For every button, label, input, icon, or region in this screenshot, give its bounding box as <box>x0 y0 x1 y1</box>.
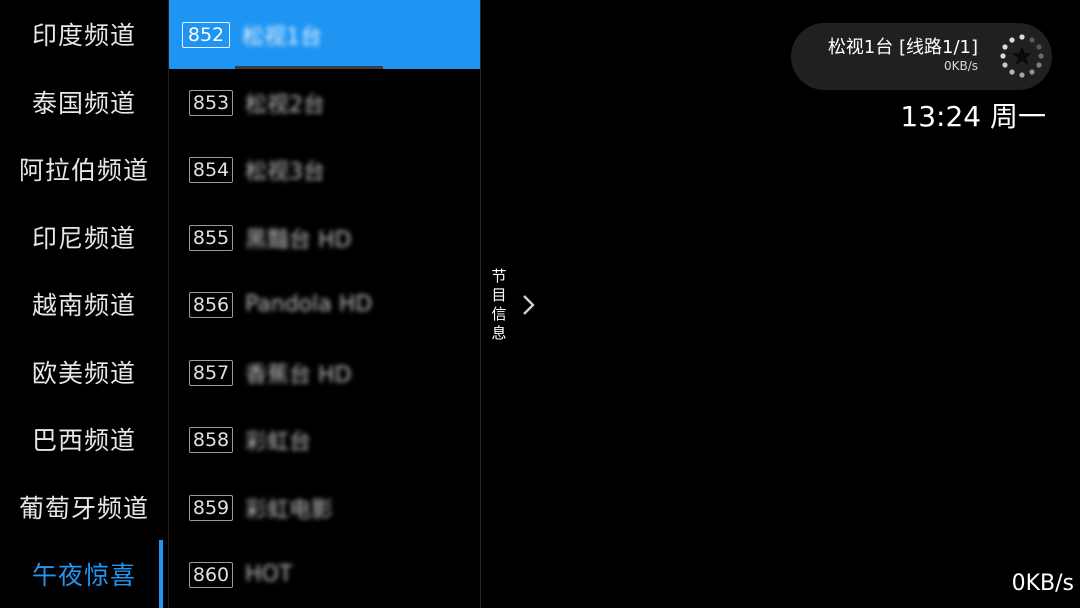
channel-item[interactable]: 859 彩虹电影 <box>169 474 480 541</box>
now-playing-title: 松视1台 [线路1/1] <box>827 37 978 58</box>
channel-name: HOT <box>245 562 293 587</box>
channel-number: 853 <box>189 89 233 116</box>
channel-number: 855 <box>189 224 233 251</box>
channel-name: 松视2台 <box>245 92 325 118</box>
channel-item-selected[interactable]: 852 松视1台 <box>169 0 480 69</box>
channel-name: 松视1台 <box>242 24 322 50</box>
channel-number: 856 <box>189 291 233 318</box>
category-item[interactable]: 越南频道 <box>0 284 168 324</box>
channel-name: 香蕉台 HD <box>245 362 352 388</box>
channel-item[interactable]: 853 松视2台 <box>169 69 480 136</box>
category-item[interactable]: 印尼频道 <box>0 217 168 257</box>
now-playing-panel: 松视1台 [线路1/1] 0KB/s <box>791 23 1052 90</box>
channel-number: 854 <box>189 156 233 183</box>
channel-item[interactable]: 855 黑豔台 HD <box>169 204 480 271</box>
channel-item[interactable]: 854 松视3台 <box>169 136 480 203</box>
channel-number: 859 <box>189 494 233 521</box>
channel-item[interactable]: 860 HOT <box>169 541 480 608</box>
chevron-right-icon <box>523 295 535 315</box>
category-item[interactable]: 巴西频道 <box>0 419 168 459</box>
category-item[interactable]: 阿拉伯频道 <box>0 149 168 189</box>
network-speed: 0KB/s <box>1011 571 1074 596</box>
channel-item[interactable]: 856 Pandola HD <box>169 271 480 338</box>
channel-number: 858 <box>189 426 233 453</box>
channel-name: 彩虹台 <box>245 429 312 455</box>
category-item[interactable]: 印度频道 <box>0 14 168 54</box>
channel-list: 852 松视1台 853 松视2台 854 松视3台 855 黑豔台 HD 85… <box>169 0 481 608</box>
category-item-active[interactable]: 午夜惊喜 <box>0 554 168 594</box>
category-item[interactable]: 泰国频道 <box>0 82 168 122</box>
channel-name: Pandola HD <box>245 292 373 317</box>
category-scroll-indicator <box>159 540 163 608</box>
program-info-button[interactable]: 节目信息 <box>490 264 546 346</box>
clock: 13:24 周一 <box>900 100 1046 133</box>
channel-number: 860 <box>189 561 233 588</box>
category-list: 印度频道 泰国频道 阿拉伯频道 印尼频道 越南频道 欧美频道 巴西频道 葡萄牙频… <box>0 0 169 608</box>
channel-item[interactable]: 857 香蕉台 HD <box>169 339 480 406</box>
category-item[interactable]: 葡萄牙频道 <box>0 487 168 527</box>
channel-number: 852 <box>182 21 230 48</box>
channel-name: 彩虹电影 <box>245 497 334 523</box>
channel-name: 黑豔台 HD <box>245 227 352 253</box>
category-item[interactable]: 欧美频道 <box>0 352 168 392</box>
channel-number: 857 <box>189 359 233 386</box>
channel-item[interactable]: 858 彩虹台 <box>169 406 480 473</box>
loading-spinner-icon <box>1000 34 1044 78</box>
channel-name: 松视3台 <box>245 159 325 185</box>
now-playing-speed: 0KB/s <box>943 59 978 73</box>
program-info-label: 节目信息 <box>491 267 507 342</box>
